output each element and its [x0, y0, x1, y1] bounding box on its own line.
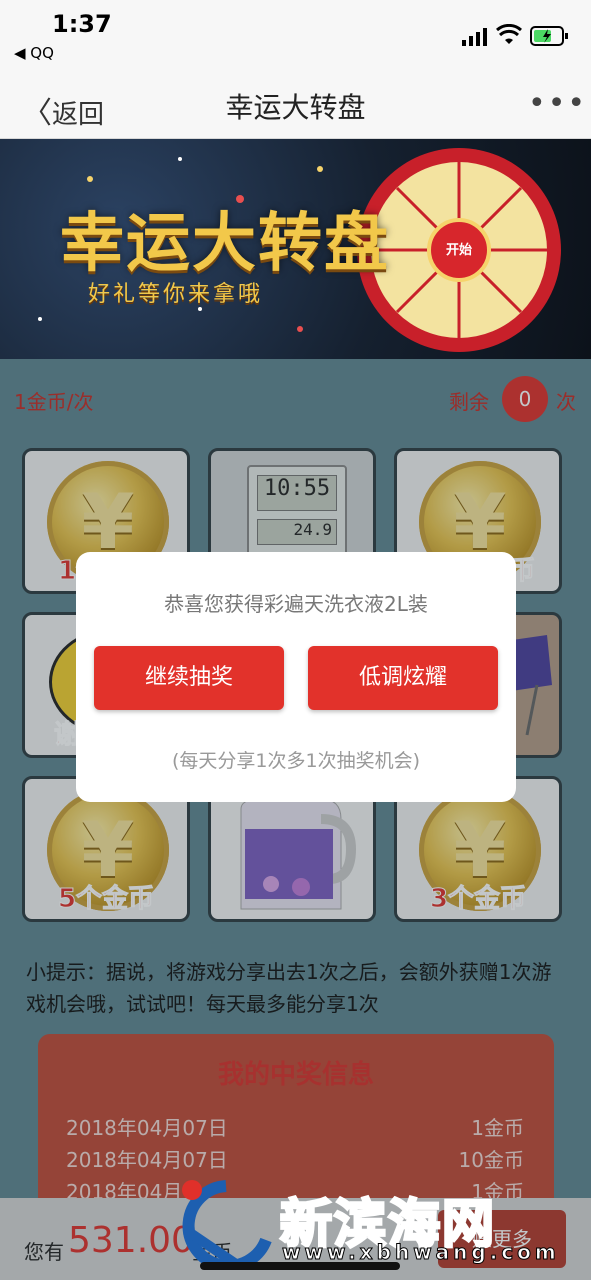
watermark-url: www.xbhwang.com	[282, 1240, 560, 1265]
banner-subtitle: 好礼等你来拿哦	[88, 282, 264, 307]
battery-icon	[530, 26, 568, 46]
dialog-hint: (每天分享1次多1次抽奖机会)	[171, 750, 420, 772]
share-button[interactable]: 低调炫耀	[308, 646, 498, 710]
home-indicator	[200, 1262, 400, 1270]
banner-title: 幸运大转盘	[60, 207, 390, 281]
back-to-app-link[interactable]: ◀ QQ	[14, 44, 54, 62]
wheel-start-label: 开始	[445, 243, 472, 258]
signal-icon	[462, 28, 487, 46]
dialog-message: 恭喜您获得彩遍天洗衣液2L装	[164, 592, 428, 616]
modal-overlay[interactable]	[0, 359, 591, 1280]
wifi-icon	[496, 24, 522, 44]
watermark-logo-icon	[182, 1180, 272, 1270]
more-icon[interactable]: •••	[528, 86, 587, 121]
continue-draw-button[interactable]: 继续抽奖	[94, 646, 284, 710]
page-title: 幸运大转盘	[225, 91, 366, 124]
status-time: 1:37	[52, 10, 112, 38]
